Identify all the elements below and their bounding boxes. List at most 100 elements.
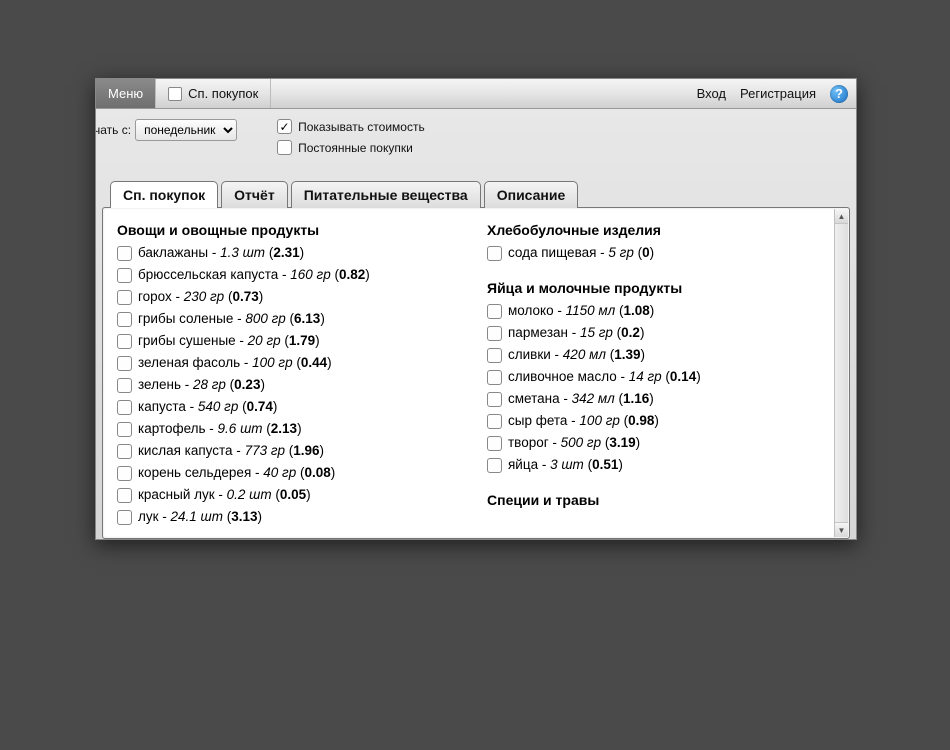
topbar-tab-shoplist[interactable]: Сп. покупок [156, 79, 271, 108]
item-text: баклажаны - 1.3 шт (2.31) [138, 242, 304, 264]
item-price: 0.08 [304, 465, 330, 480]
item-price: 2.31 [273, 245, 299, 260]
item-checkbox[interactable] [487, 304, 502, 319]
item-checkbox[interactable] [117, 356, 132, 371]
list-item: сливки - 420 мл (1.39) [487, 344, 829, 366]
item-text: сметана - 342 мл (1.16) [508, 388, 654, 410]
item-qty: 420 мл [563, 347, 606, 362]
item-name: горох - [138, 289, 184, 304]
app-window: Меню Сп. покупок Вход Регистрация ? чать… [95, 78, 857, 540]
item-checkbox[interactable] [487, 326, 502, 341]
list-item: зеленая фасоль - 100 гр (0.44) [117, 352, 459, 374]
item-qty: 800 гр [245, 311, 285, 326]
options-checkboxes: ✓ Показывать стоимость Постоянные покупк… [277, 119, 425, 155]
item-qty: 28 гр [193, 377, 226, 392]
options-row: чать с: понедельник ✓ Показывать стоимос… [96, 109, 856, 159]
item-text: пармезан - 15 гр (0.2) [508, 322, 644, 344]
item-checkbox[interactable] [487, 370, 502, 385]
tab-shoplist[interactable]: Сп. покупок [110, 181, 218, 208]
item-checkbox[interactable] [487, 246, 502, 261]
item-checkbox[interactable] [117, 488, 132, 503]
item-price: 0.82 [339, 267, 365, 282]
item-checkbox[interactable] [117, 378, 132, 393]
item-price: 0.05 [280, 487, 306, 502]
category-title: Яйца и молочные продукты [487, 280, 829, 296]
item-qty: 773 гр [245, 443, 285, 458]
item-checkbox[interactable] [487, 414, 502, 429]
item-name: картофель - [138, 421, 218, 436]
list-item: грибы сушеные - 20 гр (1.79) [117, 330, 459, 352]
topbar-right: Вход Регистрация ? [697, 79, 856, 108]
list-item: капуста - 540 гр (0.74) [117, 396, 459, 418]
list-item: корень сельдерея - 40 гр (0.08) [117, 462, 459, 484]
item-qty: 0.2 шт [227, 487, 272, 502]
list-item: картофель - 9.6 шт (2.13) [117, 418, 459, 440]
start-day-select[interactable]: понедельник [135, 119, 237, 141]
item-name: сметана - [508, 391, 572, 406]
start-day-label: чать с: [95, 123, 131, 137]
item-checkbox[interactable] [117, 422, 132, 437]
item-price: 1.08 [624, 303, 650, 318]
tab-nutrients[interactable]: Питательные вещества [291, 181, 481, 208]
item-checkbox[interactable] [117, 334, 132, 349]
item-text: зелень - 28 гр (0.23) [138, 374, 265, 396]
item-qty: 14 гр [629, 369, 662, 384]
item-name: лук - [138, 509, 171, 524]
topbar: Меню Сп. покупок Вход Регистрация ? [96, 79, 856, 109]
topbar-tab-menu[interactable]: Меню [96, 79, 156, 108]
item-name: кислая капуста - [138, 443, 245, 458]
item-checkbox[interactable] [117, 246, 132, 261]
list-item: пармезан - 15 гр (0.2) [487, 322, 829, 344]
tab-report[interactable]: Отчёт [221, 181, 288, 208]
item-checkbox[interactable] [117, 312, 132, 327]
item-price: 0.2 [621, 325, 640, 340]
item-checkbox[interactable] [117, 268, 132, 283]
help-icon[interactable]: ? [830, 85, 848, 103]
login-link[interactable]: Вход [697, 86, 726, 101]
item-qty: 3 шт [550, 457, 584, 472]
item-name: красный лук - [138, 487, 227, 502]
item-qty: 15 гр [580, 325, 613, 340]
permanent-checkbox[interactable] [277, 140, 292, 155]
scroll-down-icon[interactable]: ▼ [835, 522, 848, 537]
item-checkbox[interactable] [117, 444, 132, 459]
item-text: лук - 24.1 шт (3.13) [138, 506, 262, 528]
item-price: 0 [642, 245, 650, 260]
item-name: сливки - [508, 347, 563, 362]
columns: Овощи и овощные продуктыбаклажаны - 1.3 … [117, 218, 829, 528]
item-checkbox[interactable] [487, 348, 502, 363]
scroll-up-icon[interactable]: ▲ [835, 209, 848, 224]
topbar-tab-shoplist-checkbox-icon [168, 87, 182, 101]
item-checkbox[interactable] [117, 290, 132, 305]
topbar-tab-menu-label: Меню [108, 86, 143, 101]
item-price: 0.44 [301, 355, 327, 370]
item-qty: 160 гр [290, 267, 330, 282]
item-text: кислая капуста - 773 гр (1.96) [138, 440, 324, 462]
list-item: сливочное масло - 14 гр (0.14) [487, 366, 829, 388]
panel-wrap: Овощи и овощные продуктыбаклажаны - 1.3 … [102, 207, 850, 539]
category-title: Хлебобулочные изделия [487, 222, 829, 238]
item-name: баклажаны - [138, 245, 220, 260]
item-checkbox[interactable] [117, 510, 132, 525]
tab-description[interactable]: Описание [484, 181, 579, 208]
list-item: сыр фета - 100 гр (0.98) [487, 410, 829, 432]
item-qty: 540 гр [198, 399, 238, 414]
show-cost-checkbox[interactable]: ✓ [277, 119, 292, 134]
item-checkbox[interactable] [487, 436, 502, 451]
list-item: сметана - 342 мл (1.16) [487, 388, 829, 410]
item-checkbox[interactable] [487, 458, 502, 473]
show-cost-row: ✓ Показывать стоимость [277, 119, 425, 134]
scrollbar[interactable]: ▲ ▼ [834, 209, 848, 537]
item-qty: 342 мл [572, 391, 615, 406]
item-text: капуста - 540 гр (0.74) [138, 396, 277, 418]
item-checkbox[interactable] [117, 466, 132, 481]
item-name: зеленая фасоль - [138, 355, 252, 370]
tabstrip: Сп. покупок Отчёт Питательные вещества О… [96, 177, 856, 207]
panel-inner: Овощи и овощные продуктыбаклажаны - 1.3 … [103, 208, 835, 538]
item-checkbox[interactable] [487, 392, 502, 407]
item-checkbox[interactable] [117, 400, 132, 415]
register-link[interactable]: Регистрация [740, 86, 816, 101]
list-item: грибы соленые - 800 гр (6.13) [117, 308, 459, 330]
item-price: 0.73 [232, 289, 258, 304]
item-text: творог - 500 гр (3.19) [508, 432, 640, 454]
